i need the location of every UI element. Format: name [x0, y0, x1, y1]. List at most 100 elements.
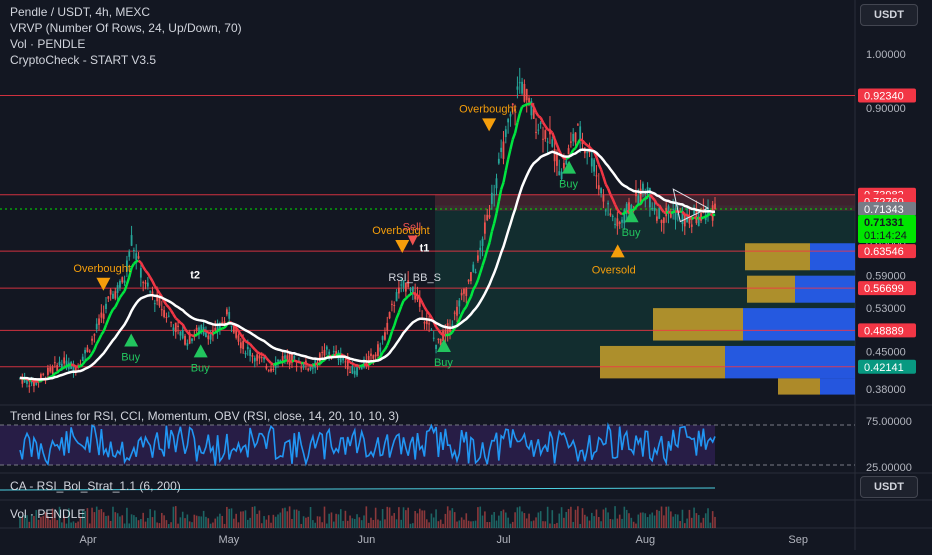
volume-bar-147 [361, 520, 363, 528]
volume-bar-35 [101, 509, 103, 528]
volume-bar-169 [412, 523, 414, 528]
ema-fast-seg-74 [190, 335, 192, 336]
candle-body-70 [182, 330, 184, 338]
currency-button-2[interactable]: USDT [860, 476, 918, 498]
candle-body-4 [28, 385, 30, 386]
volume-bar-20 [66, 524, 68, 528]
candle-body-250 [600, 188, 602, 193]
volume-bar-124 [307, 517, 309, 528]
ema-fast-seg-103 [257, 352, 259, 353]
candle-body-193 [468, 280, 470, 282]
ema-fast-seg-266 [636, 204, 638, 207]
volume-bar-125 [310, 507, 312, 528]
volume-bar-273 [654, 516, 656, 528]
volume-bar-49 [133, 515, 135, 528]
volume-bar-115 [287, 511, 289, 528]
volume-bar-47 [128, 523, 130, 528]
volume-bar-212 [512, 522, 514, 528]
volume-bar-278 [665, 507, 667, 528]
vrvp-down-bar-4 [778, 378, 820, 394]
candle-body-31 [91, 339, 93, 341]
candle-body-156 [382, 336, 384, 340]
candle-body-60 [159, 298, 161, 306]
ema-fast-seg-245 [587, 145, 589, 147]
volume-bar-289 [691, 518, 693, 528]
candle-body-209 [505, 129, 507, 137]
ema-fast-seg-33 [94, 344, 96, 350]
volume-bar-149 [366, 506, 368, 528]
candle-body-235 [565, 160, 567, 164]
volume-bar-134 [331, 512, 333, 528]
sell-label: Sell [403, 222, 421, 234]
x-tick-0: Apr [80, 534, 97, 546]
volume-bar-178 [433, 517, 435, 528]
ema-fast-seg-76 [194, 335, 196, 336]
currency-button[interactable]: USDT [860, 4, 918, 26]
ema-fast-seg-281 [671, 212, 673, 213]
candle-body-290 [693, 210, 695, 214]
x-tick-1: May [219, 534, 240, 546]
candle-body-251 [603, 195, 605, 201]
volume-bar-184 [447, 506, 449, 528]
ema-fast-seg-252 [603, 177, 605, 184]
candle-body-215 [519, 82, 521, 83]
candle-body-132 [326, 347, 328, 350]
ema-fast-seg-295 [703, 217, 705, 218]
volume-bar-80 [205, 517, 207, 528]
ema-fast-seg-55 [146, 271, 148, 274]
price-label-4: 0.63546 [864, 246, 904, 258]
volume-bar-144 [354, 519, 356, 528]
volume-bar-97 [245, 510, 247, 528]
candle-body-133 [328, 352, 330, 355]
ema-fast-seg-288 [687, 215, 689, 217]
volume-bar-123 [305, 518, 307, 528]
volume-bar-140 [345, 511, 347, 528]
volume-bar-75 [194, 515, 196, 528]
candle-body-202 [489, 215, 491, 218]
candle-body-52 [140, 268, 142, 278]
ema-fast-seg-227 [545, 126, 547, 129]
volume-bar-127 [314, 523, 316, 528]
volume-bar-154 [377, 520, 379, 528]
candle-body-42 [117, 285, 119, 293]
vrvp-indicator-label[interactable]: VRVP (Number Of Rows, 24, Up/Down, 70) [10, 20, 242, 36]
candle-body-10 [42, 374, 44, 375]
rsi-panel-title[interactable]: Trend Lines for RSI, CCI, Momentum, OBV … [10, 409, 399, 423]
candle-body-64 [168, 316, 170, 317]
candle-body-236 [568, 148, 570, 154]
candle-body-226 [544, 130, 546, 139]
volume-bar-244 [586, 517, 588, 528]
candle-body-130 [321, 352, 323, 353]
strategy-indicator-label[interactable]: CryptoCheck - START V3.5 [10, 52, 242, 68]
volume-indicator-label[interactable]: Vol · PENDLE [10, 36, 242, 52]
volume-bar-177 [431, 514, 433, 528]
volume-bar-46 [126, 508, 128, 528]
ema-fast-seg-104 [259, 353, 261, 354]
ema-fast-seg-27 [80, 364, 82, 366]
volume-bar-68 [177, 524, 179, 528]
ema-fast-seg-223 [536, 112, 538, 116]
buy-label-0: Buy [121, 352, 140, 364]
strategy-panel-title[interactable]: CA - RSI_Bol_Strat_1.1 (6, 200) [10, 479, 181, 493]
y-tick-1: 0.90000 [866, 103, 906, 115]
symbol-title[interactable]: Pendle / USDT, 4h, MEXC [10, 4, 242, 20]
candle-body-131 [324, 350, 326, 356]
volume-bar-98 [247, 520, 249, 528]
volume-bar-232 [558, 514, 560, 528]
volume-bar-79 [203, 511, 205, 528]
candle-body-19 [63, 357, 65, 363]
candle-body-192 [465, 289, 467, 296]
candle-body-248 [596, 175, 598, 176]
candle-body-104 [261, 357, 263, 358]
candle-body-289 [691, 224, 693, 226]
vrvp-up-bar-3 [725, 346, 855, 378]
price-label-5: 0.56699 [864, 283, 904, 295]
ema-fast-seg-18 [60, 369, 62, 370]
ema-fast-seg-296 [706, 215, 708, 217]
candle-body-66 [173, 328, 175, 331]
candle-body-119 [296, 366, 298, 367]
volume-bar-205 [496, 521, 498, 528]
volume-panel-title[interactable]: Vol · PENDLE [10, 507, 85, 521]
sell-marker [408, 236, 418, 246]
ema-fast-seg-9 [39, 381, 41, 382]
